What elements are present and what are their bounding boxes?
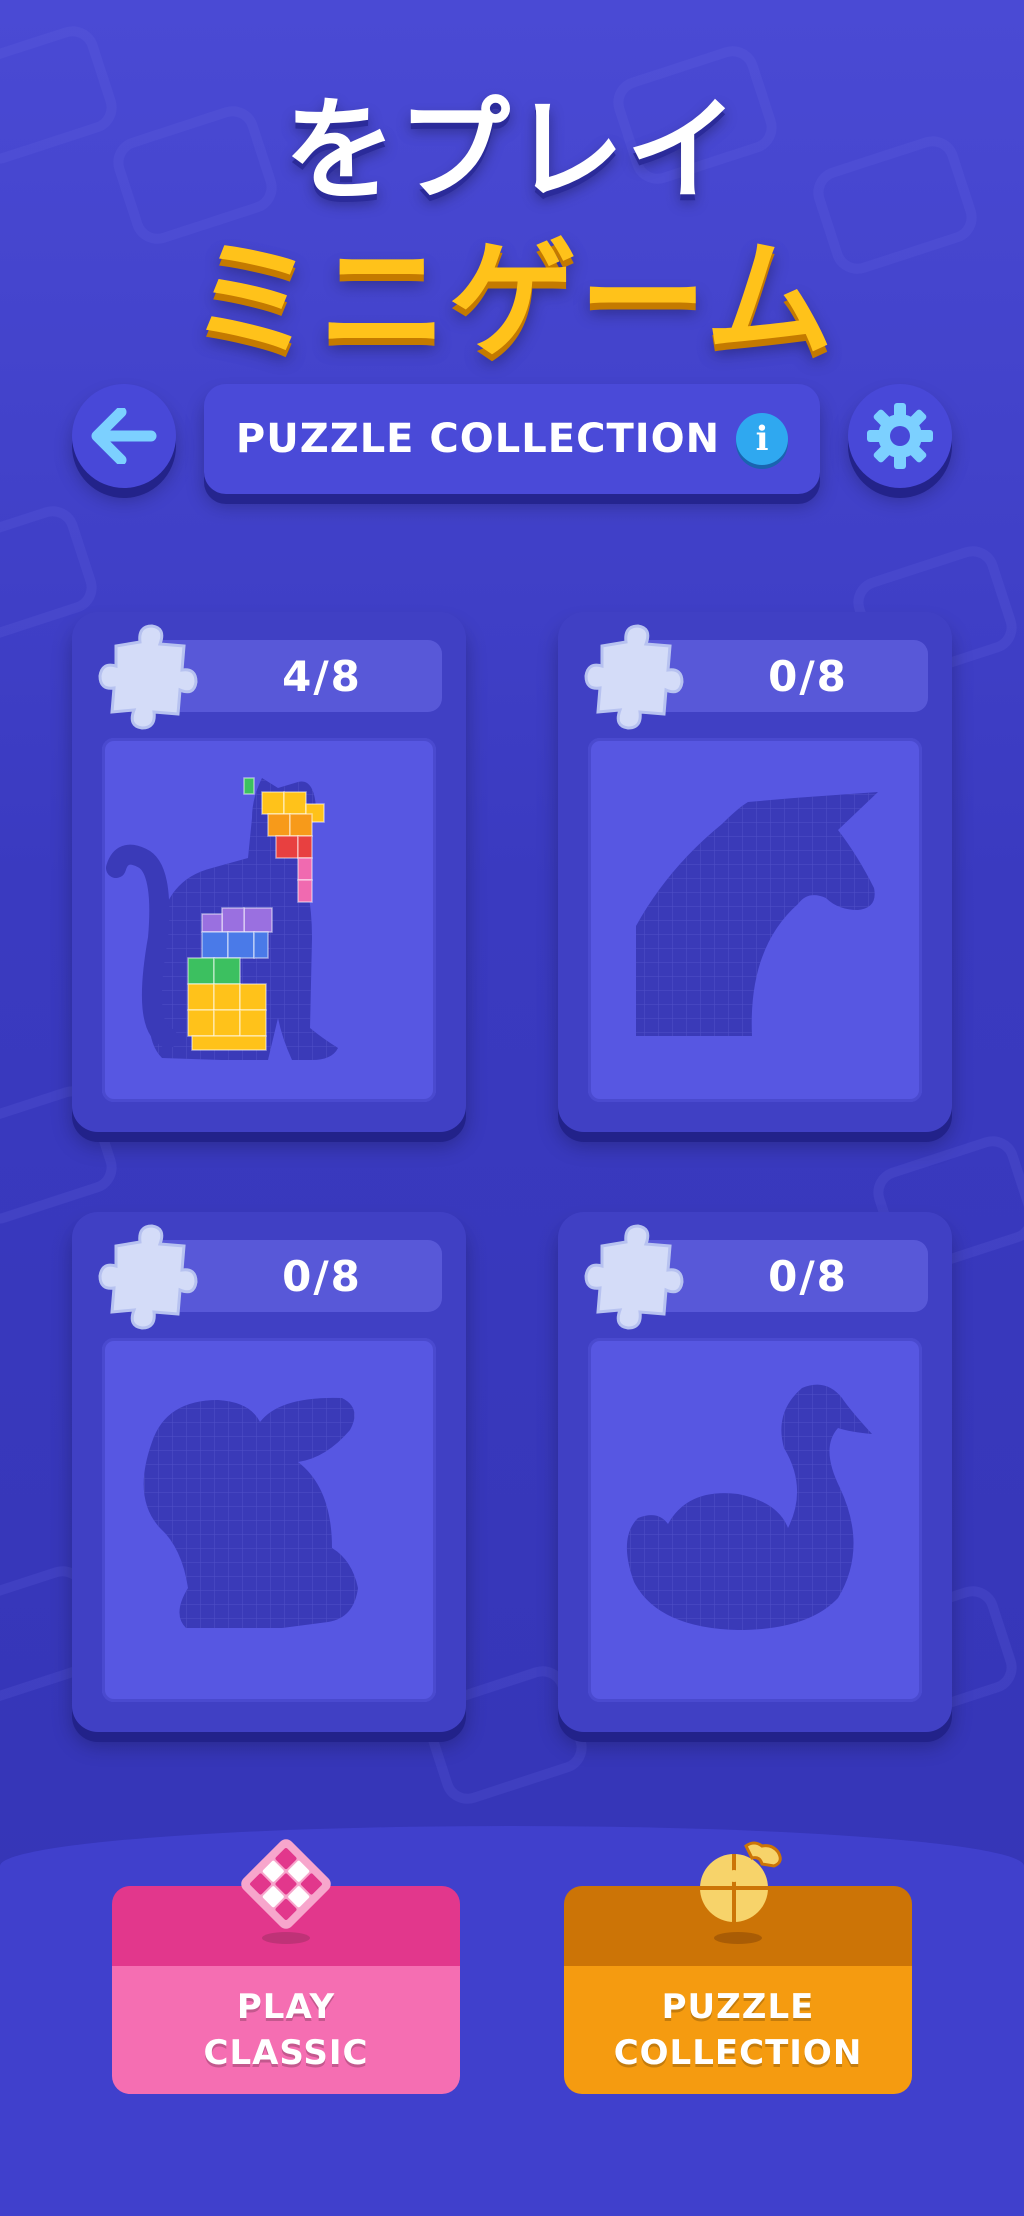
play-classic-button[interactable]: PLAY CLASSIC — [112, 1839, 460, 2108]
puzzle-pieces-icon — [700, 1841, 782, 1944]
puzzle-card-cat[interactable]: 4/8 — [72, 612, 466, 1132]
play-classic-label-2: CLASSIC — [203, 2033, 369, 2073]
puzzle-card-rabbit[interactable]: 0/8 — [72, 1212, 466, 1732]
puzzle-image-unicorn — [588, 738, 922, 1102]
progress-count: 0/8 — [768, 1251, 848, 1301]
header-label: PUZZLE COLLECTION — [235, 416, 721, 462]
puzzle-piece-icon — [584, 1224, 684, 1330]
progress-count: 0/8 — [768, 651, 848, 701]
puzzle-image-cat — [102, 738, 436, 1102]
puzzle-card-unicorn[interactable]: 0/8 — [558, 612, 952, 1132]
puzzle-card-swan[interactable]: 0/8 — [558, 1212, 952, 1732]
settings-button[interactable] — [848, 384, 952, 488]
block-grid-icon — [241, 1839, 331, 1944]
puzzle-collection-button[interactable]: PUZZLE COLLECTION — [564, 1841, 912, 2108]
play-classic-label-1: PLAY — [236, 1987, 336, 2027]
puzzle-collection-label-1: PUZZLE — [661, 1987, 815, 2027]
collection-header: PUZZLE COLLECTION i — [204, 384, 820, 494]
back-arrow-icon — [91, 408, 157, 464]
puzzle-collection-label-2: COLLECTION — [613, 2033, 863, 2073]
progress-count: 0/8 — [282, 1251, 362, 1301]
gear-icon — [867, 403, 933, 469]
puzzle-image-swan — [588, 1338, 922, 1702]
puzzle-piece-icon — [98, 624, 198, 730]
progress-count: 4/8 — [282, 651, 362, 701]
title-line-2: ミニゲーム — [188, 226, 836, 375]
info-icon[interactable]: i — [736, 413, 789, 465]
puzzle-piece-icon — [584, 624, 684, 730]
back-button[interactable] — [72, 384, 176, 488]
puzzle-image-rabbit — [102, 1338, 436, 1702]
puzzle-piece-icon — [98, 1224, 198, 1330]
